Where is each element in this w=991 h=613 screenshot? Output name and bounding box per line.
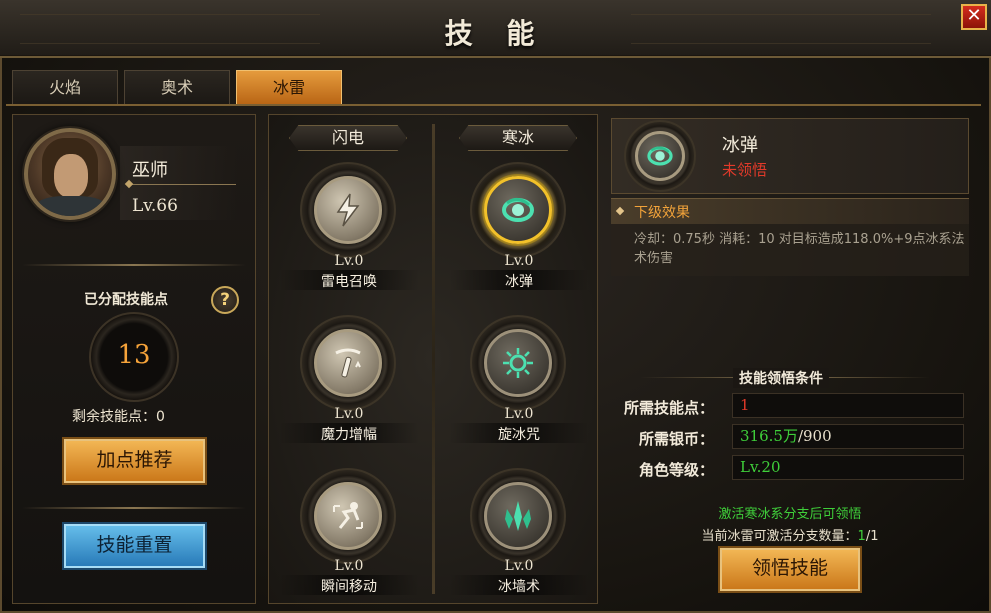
column-header-frost: 寒冰 bbox=[459, 125, 577, 151]
skill-name: 魔力增幅 bbox=[321, 427, 377, 443]
title-bar: 技 能 ✕ bbox=[0, 0, 991, 58]
detail-skill-name: 冰弹 bbox=[722, 135, 758, 156]
skill-name: 雷电召唤 bbox=[321, 274, 377, 290]
skill-level: Lv.0 bbox=[334, 558, 364, 574]
ornament-divider bbox=[22, 264, 246, 266]
silver-required: /900 bbox=[797, 427, 832, 445]
teleport-icon[interactable] bbox=[314, 482, 382, 550]
tab-ice-lightning[interactable]: 冰雷 bbox=[236, 70, 342, 106]
ice-orb-icon bbox=[635, 131, 685, 181]
hero-level: Lv.66 bbox=[132, 196, 178, 216]
skill-name: 瞬间移动 bbox=[321, 579, 377, 595]
close-button[interactable]: ✕ bbox=[961, 4, 987, 30]
effect-text: 冷却：0.75秒 消耗：10 对目标造成118.0%+9点冰系法术伤害 bbox=[634, 232, 965, 266]
learn-skill-button[interactable]: 领悟技能 bbox=[718, 546, 862, 593]
ornament-divider bbox=[22, 507, 246, 509]
reset-skills-button[interactable]: 技能重置 bbox=[62, 522, 207, 570]
detail-skill-status: 未领悟 bbox=[722, 161, 768, 179]
column-header-lightning: 闪电 bbox=[289, 125, 407, 151]
tab-arcane[interactable]: 奥术 bbox=[124, 70, 230, 106]
silver-owned: 316.5万 bbox=[740, 427, 798, 445]
required-silver-value: 316.5万/900 bbox=[732, 424, 964, 449]
required-points-label: 所需技能点： bbox=[623, 399, 714, 417]
required-points-value: 1 bbox=[732, 393, 964, 418]
hero-avatar bbox=[24, 128, 116, 220]
skill-name: 冰弹 bbox=[505, 274, 533, 290]
skill-level: Lv.0 bbox=[504, 406, 534, 422]
ice-swirl-icon[interactable] bbox=[484, 329, 552, 397]
help-icon[interactable]: ? bbox=[211, 286, 239, 314]
column-divider bbox=[432, 124, 435, 594]
skill-name: 旋冰咒 bbox=[498, 427, 540, 443]
activate-branch-note: 激活寒冰系分支后可领悟 bbox=[718, 507, 862, 522]
conditions-title: 技能领悟条件 bbox=[733, 368, 829, 388]
branch-count-label: 当前冰雷可激活分支数量： bbox=[701, 529, 858, 544]
hero-divider bbox=[126, 184, 236, 185]
window-title: 技 能 bbox=[444, 17, 547, 50]
allocated-points-label: 已分配技能点 bbox=[84, 292, 168, 308]
skill-level: Lv.0 bbox=[334, 253, 364, 269]
remaining-points-label: 剩余技能点：0 bbox=[72, 409, 165, 425]
skill-level: Lv.0 bbox=[504, 558, 534, 574]
recommend-button[interactable]: 加点推荐 bbox=[62, 437, 207, 485]
branch-count-total: /1 bbox=[865, 529, 879, 544]
skill-name: 冰墙术 bbox=[498, 579, 540, 595]
lightning-icon[interactable] bbox=[314, 176, 382, 244]
hero-name: 巫师 bbox=[132, 160, 168, 181]
tab-bar: 火焰 奥术 冰雷 bbox=[12, 70, 342, 106]
effect-title: 下级效果 bbox=[634, 205, 690, 221]
wand-icon[interactable] bbox=[314, 329, 382, 397]
ice-orb-icon[interactable] bbox=[484, 176, 552, 244]
required-level-value: Lv.20 bbox=[732, 455, 964, 480]
skill-level: Lv.0 bbox=[334, 406, 364, 422]
skill-level: Lv.0 bbox=[504, 253, 534, 269]
allocated-points-value: 13 bbox=[117, 340, 151, 370]
required-level-label: 角色等级： bbox=[638, 461, 714, 479]
required-points-number: 1 bbox=[740, 396, 750, 414]
branch-count-current: 1 bbox=[857, 529, 866, 544]
branch-count: 当前冰雷可激活分支数量：1/1 bbox=[611, 525, 969, 544]
required-silver-label: 所需银币： bbox=[638, 430, 714, 448]
required-level-number: Lv.20 bbox=[740, 458, 781, 476]
ice-wall-icon[interactable] bbox=[484, 482, 552, 550]
tab-fire[interactable]: 火焰 bbox=[12, 70, 118, 106]
